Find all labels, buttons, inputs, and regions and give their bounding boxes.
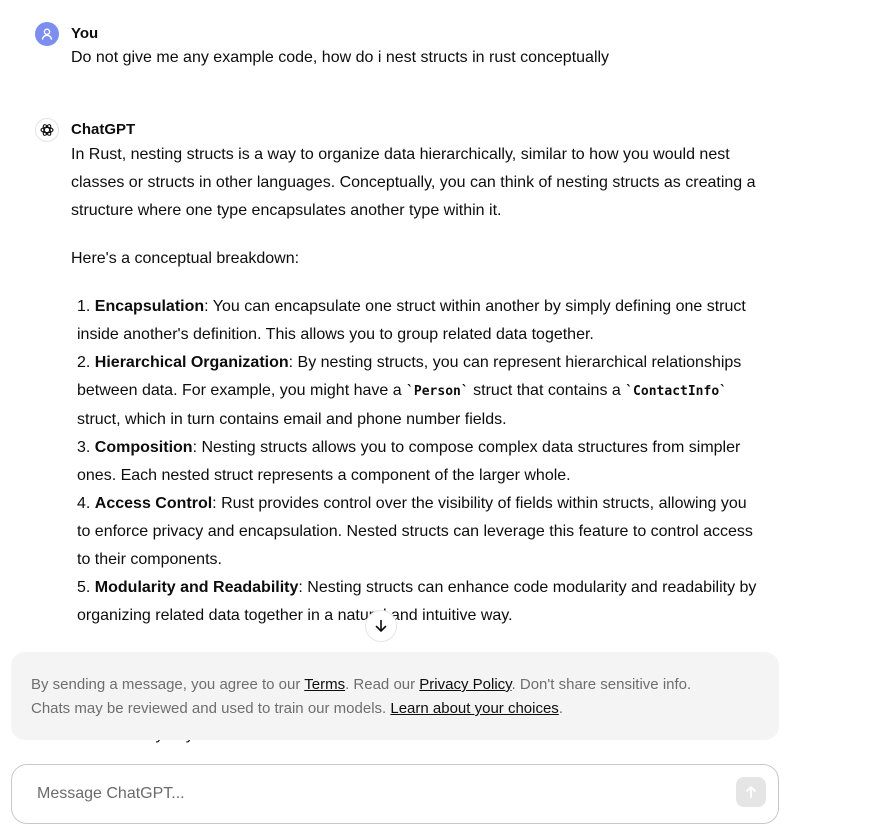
assistant-avatar — [35, 118, 59, 142]
inline-code: `ContactInfo` — [625, 384, 727, 399]
openai-logo-icon — [40, 124, 54, 136]
terms-link[interactable]: Terms — [304, 676, 345, 693]
list-item: 4. Access Control: Rust provides control… — [77, 495, 753, 568]
list-item-title: Encapsulation — [94, 298, 205, 315]
list-item-title: Composition — [94, 439, 193, 456]
list-item: 2. Hierarchical Organization: By nesting… — [77, 354, 742, 428]
scroll-to-bottom-button[interactable] — [365, 610, 397, 642]
breakdown-heading: Here's a conceptual breakdown: — [71, 250, 300, 267]
list-item-title: Hierarchical Organization — [94, 354, 289, 371]
message-composer — [11, 764, 779, 824]
list-item-title: Access Control — [94, 495, 213, 512]
person-icon — [41, 28, 53, 40]
list-item: 3. Composition: Nesting structs allows y… — [77, 439, 741, 484]
arrow-up-icon — [746, 786, 756, 798]
inline-code: `Person` — [406, 384, 469, 399]
privacy-policy-link[interactable]: Privacy Policy — [419, 676, 511, 693]
list-item: 1. Encapsulation: You can encapsulate on… — [77, 298, 746, 343]
user-author-name: You — [71, 25, 99, 42]
send-button[interactable] — [736, 777, 766, 807]
user-message-text: Do not give me any example code, how do … — [71, 49, 610, 66]
arrow-down-icon — [375, 619, 387, 632]
user-avatar — [35, 22, 59, 46]
list-item: 5. Modularity and Readability: Nesting s… — [77, 579, 757, 624]
list-item-title: Modularity and Readability — [94, 579, 299, 596]
message-input[interactable] — [35, 781, 719, 807]
assistant-message-body: In Rust, nesting structs is a way to org… — [71, 141, 761, 630]
learn-about-choices-link[interactable]: Learn about your choices — [390, 700, 558, 717]
breakdown-list: 1. Encapsulation: You can encapsulate on… — [71, 293, 761, 630]
assistant-intro-paragraph: In Rust, nesting structs is a way to org… — [71, 146, 756, 219]
terms-notice: By sending a message, you agree to our T… — [11, 652, 779, 740]
assistant-author-name: ChatGPT — [71, 121, 136, 138]
